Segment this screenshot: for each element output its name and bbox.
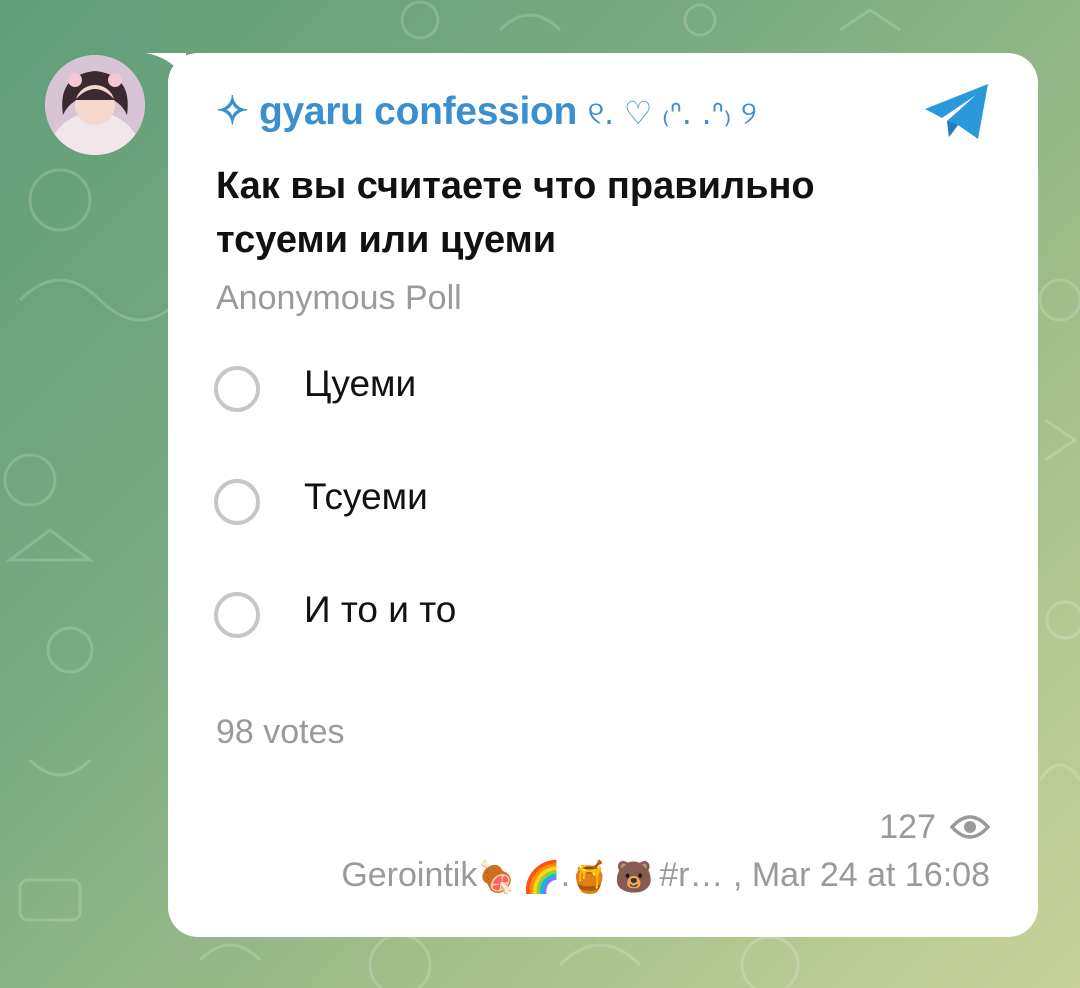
poll-option[interactable]: Цуеми [214, 361, 614, 421]
poll-type-label: Anonymous Poll [216, 279, 462, 317]
message-timestamp: Mar 24 at 16:08 [751, 856, 990, 894]
bear-emoji: 🐻 [614, 859, 654, 895]
view-counter: 127 [879, 807, 990, 847]
telegram-plane-icon[interactable] [922, 81, 992, 143]
views-count: 127 [879, 807, 936, 846]
poll-question: Как вы считаете что правильно тсуеми или… [216, 165, 815, 261]
honey-pot-emoji: 🍯 [570, 859, 609, 895]
poll-option-label: Цуеми [304, 363, 417, 404]
poll-option[interactable]: Тсуеми [214, 474, 614, 534]
poll-message-bubble: ✧ gyaru confession ୧. ♡ ₍ᐢ. .ᐢ₎ ୨ Как вы… [168, 53, 1038, 937]
channel-avatar[interactable] [45, 55, 145, 155]
author-tag: #r… , [659, 856, 743, 894]
rainbow-emoji: 🌈 [521, 859, 561, 895]
channel-name: gyaru confession [258, 90, 578, 133]
dot-char: . [560, 856, 571, 894]
radio-button[interactable] [214, 592, 260, 638]
avatar-image [45, 55, 145, 155]
channel-name-suffix: ୧. ♡ ₍ᐢ. .ᐢ₎ ୨ [587, 94, 757, 132]
author-signature: Gerointik [341, 856, 478, 894]
message-meta: Gerointik🍖 🌈.🍯 🐻 #r… , Mar 24 at 16:08 [341, 856, 990, 896]
poll-option[interactable]: И то и то [214, 587, 614, 647]
meat-emoji: 🍖 [477, 859, 516, 895]
vote-count: 98 votes [216, 713, 345, 751]
radio-button[interactable] [214, 479, 260, 525]
channel-title[interactable]: ✧ gyaru confession ୧. ♡ ₍ᐢ. .ᐢ₎ ୨ [216, 89, 757, 134]
radio-button[interactable] [214, 366, 260, 412]
poll-option-label: Тсуеми [304, 476, 428, 517]
eye-icon [950, 815, 990, 839]
sparkle-prefix: ✧ [216, 90, 249, 133]
poll-option-label: И то и то [304, 589, 457, 630]
